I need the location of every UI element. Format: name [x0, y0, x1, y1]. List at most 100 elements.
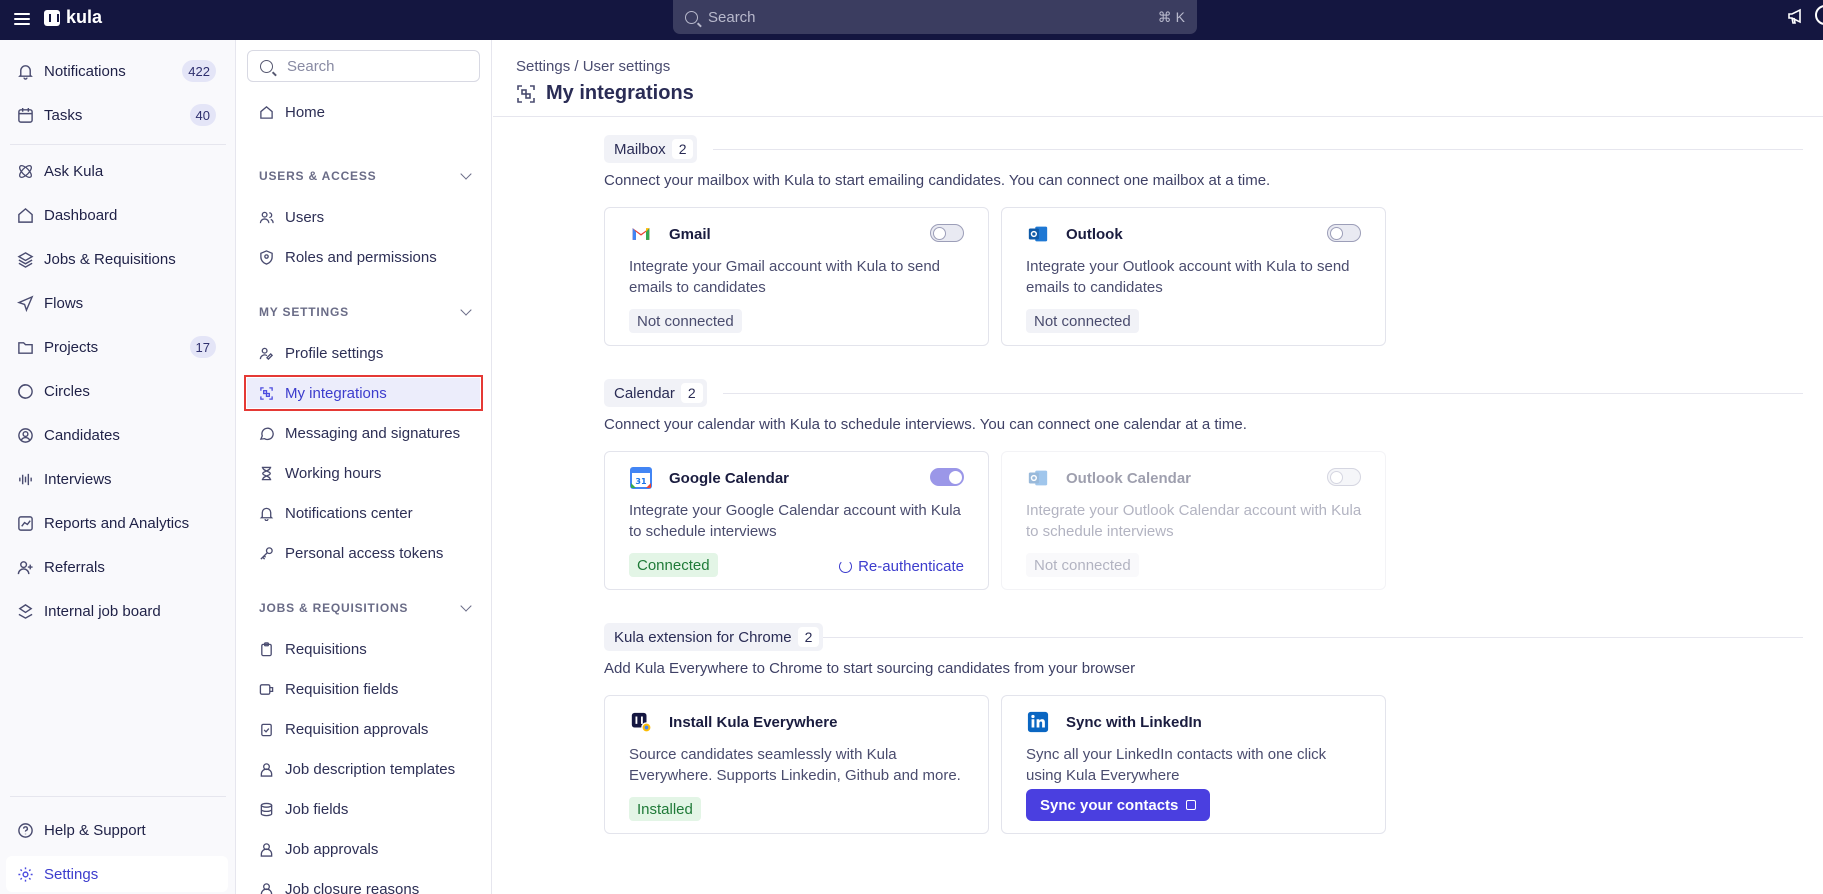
chevron-down-icon	[460, 168, 472, 180]
settings-item-requisition-approvals[interactable]: Requisition approvals	[247, 714, 480, 744]
user-avatar[interactable]	[1815, 5, 1823, 25]
section-chip: Mailbox 2	[604, 135, 698, 163]
nav-item-help-support[interactable]: Help & Support	[0, 812, 236, 848]
integration-card-outlook-calendar: Outlook Calendar Integrate your Outlook …	[1001, 451, 1386, 590]
outlook-toggle[interactable]	[1327, 224, 1361, 242]
sync-contacts-button[interactable]: Sync your contacts	[1026, 789, 1211, 821]
nav-item-label: Dashboard	[44, 206, 118, 224]
re-authenticate-label: Re-authenticate	[858, 558, 964, 575]
folder-icon	[16, 338, 34, 356]
settings-item-label: Job description templates	[285, 760, 456, 778]
settings-item-requisition-fields[interactable]: Requisition fields	[247, 674, 480, 704]
google-calendar-toggle[interactable]	[930, 468, 964, 486]
nav-divider	[10, 796, 226, 797]
gear-icon	[16, 865, 34, 883]
card-header: Sync with LinkedIn	[1026, 710, 1202, 734]
settings-item-job-approvals[interactable]: Job approvals	[247, 834, 480, 864]
settings-item-users[interactable]: Users	[247, 202, 480, 232]
section-title: Mailbox	[614, 140, 666, 158]
nav-item-notifications[interactable]: Notifications 422	[0, 53, 236, 89]
settings-item-working-hours[interactable]: Working hours	[247, 458, 480, 488]
card-description: Integrate your Outlook account with Kula…	[1026, 258, 1350, 296]
section-divider	[823, 637, 1803, 638]
settings-sidebar: Search Home USERS & ACCESS Users Roles a…	[237, 40, 492, 894]
nav-item-candidates[interactable]: Candidates	[0, 417, 236, 453]
gmail-toggle[interactable]	[930, 224, 964, 242]
status-badge: Not connected	[1026, 553, 1139, 577]
settings-item-job-closure-reasons[interactable]: Job closure reasons	[247, 874, 480, 894]
nav-item-reports-analytics[interactable]: Reports and Analytics	[0, 505, 236, 541]
nav-item-label: Projects	[44, 338, 99, 356]
nav-item-ask-kula[interactable]: Ask Kula	[0, 153, 236, 189]
tasks-count-badge: 40	[189, 104, 216, 126]
kula-logo[interactable]: kula	[44, 7, 102, 28]
section-jobs-requisitions[interactable]: JOBS & REQUISITIONS	[259, 598, 474, 618]
card-title: Install Kula Everywhere	[669, 713, 838, 731]
search-shortcut: ⌘ K	[1157, 8, 1185, 25]
integration-card-sync-linkedin: Sync with LinkedIn Sync all your LinkedI…	[1001, 695, 1386, 834]
integrations-icon	[259, 386, 274, 401]
settings-item-job-description-templates[interactable]: Job description templates	[247, 754, 480, 784]
main-content: Settings / User settings My integrations…	[493, 40, 1823, 894]
section-description: Connect your mailbox with Kula to start …	[604, 172, 1271, 189]
integration-card-gmail: Gmail Integrate your Gmail account with …	[604, 207, 989, 346]
nav-item-label: Internal job board	[44, 602, 161, 620]
section-title: JOBS & REQUISITIONS	[259, 601, 409, 615]
nav-item-internal-job-board[interactable]: Internal job board	[0, 593, 236, 629]
settings-item-label: Working hours	[285, 464, 382, 482]
settings-item-personal-access-tokens[interactable]: Personal access tokens	[247, 538, 480, 568]
nav-item-dashboard[interactable]: Dashboard	[0, 197, 236, 233]
nav-item-projects[interactable]: Projects 17	[0, 329, 236, 365]
user-x-icon	[259, 882, 274, 894]
section-description: Add Kula Everywhere to Chrome to start s…	[604, 660, 1136, 677]
card-title: Outlook	[1066, 225, 1123, 243]
nav-item-flows[interactable]: Flows	[0, 285, 236, 321]
settings-search-input[interactable]: Search	[247, 50, 480, 82]
nav-item-label: Ask Kula	[44, 162, 104, 180]
settings-item-notifications-center[interactable]: Notifications center	[247, 498, 480, 528]
home-icon	[259, 105, 274, 120]
settings-item-home[interactable]: Home	[247, 97, 480, 127]
nav-item-interviews[interactable]: Interviews	[0, 461, 236, 497]
settings-item-profile-settings[interactable]: Profile settings	[247, 338, 480, 368]
nav-item-label: Circles	[44, 382, 90, 400]
circles-icon	[16, 382, 34, 400]
settings-search-placeholder: Search	[287, 57, 335, 75]
search-icon	[260, 59, 273, 73]
hamburger-menu-icon[interactable]	[14, 11, 30, 27]
integrations-icon	[517, 84, 535, 103]
card-title: Sync with LinkedIn	[1066, 713, 1202, 731]
megaphone-icon[interactable]	[1787, 7, 1805, 25]
outlook-calendar-icon	[1026, 466, 1050, 490]
settings-item-my-integrations[interactable]: My integrations	[244, 375, 483, 411]
chart-icon	[16, 514, 34, 532]
card-header: Install Kula Everywhere	[629, 710, 837, 734]
section-users-access[interactable]: USERS & ACCESS	[259, 166, 474, 186]
user-circle-icon	[16, 426, 34, 444]
nav-item-referrals[interactable]: Referrals	[0, 549, 236, 585]
nav-item-jobs-requisitions[interactable]: Jobs & Requisitions	[0, 241, 236, 277]
section-calendar-header: Calendar 2	[604, 379, 707, 407]
settings-item-requisitions[interactable]: Requisitions	[247, 634, 480, 664]
nav-item-settings[interactable]: Settings	[6, 856, 228, 892]
card-description: Sync all your LinkedIn contacts with one…	[1026, 746, 1327, 784]
integration-card-outlook: Outlook Integrate your Outlook account w…	[1001, 207, 1386, 346]
settings-item-roles-permissions[interactable]: Roles and permissions	[247, 242, 480, 272]
nav-item-circles[interactable]: Circles	[0, 373, 236, 409]
settings-item-label: Requisitions	[285, 640, 367, 658]
section-my-settings[interactable]: MY SETTINGS	[259, 302, 474, 322]
card-header: Outlook	[1026, 222, 1123, 246]
nav-item-label: Tasks	[44, 106, 83, 124]
users-icon	[259, 210, 274, 225]
settings-item-job-fields[interactable]: Job fields	[247, 794, 480, 824]
global-search-input[interactable]: Search ⌘ K	[673, 0, 1197, 34]
re-authenticate-button[interactable]: Re-authenticate	[839, 558, 964, 575]
status-badge: Installed	[629, 797, 701, 821]
status-badge: Not connected	[1026, 309, 1139, 333]
settings-item-label: Home	[285, 103, 326, 121]
nav-item-tasks[interactable]: Tasks 40	[0, 97, 236, 133]
settings-item-messaging-signatures[interactable]: Messaging and signatures	[247, 418, 480, 448]
google-calendar-icon: 31	[629, 466, 653, 490]
settings-item-label: My integrations	[285, 384, 387, 402]
fields-icon	[259, 682, 274, 697]
